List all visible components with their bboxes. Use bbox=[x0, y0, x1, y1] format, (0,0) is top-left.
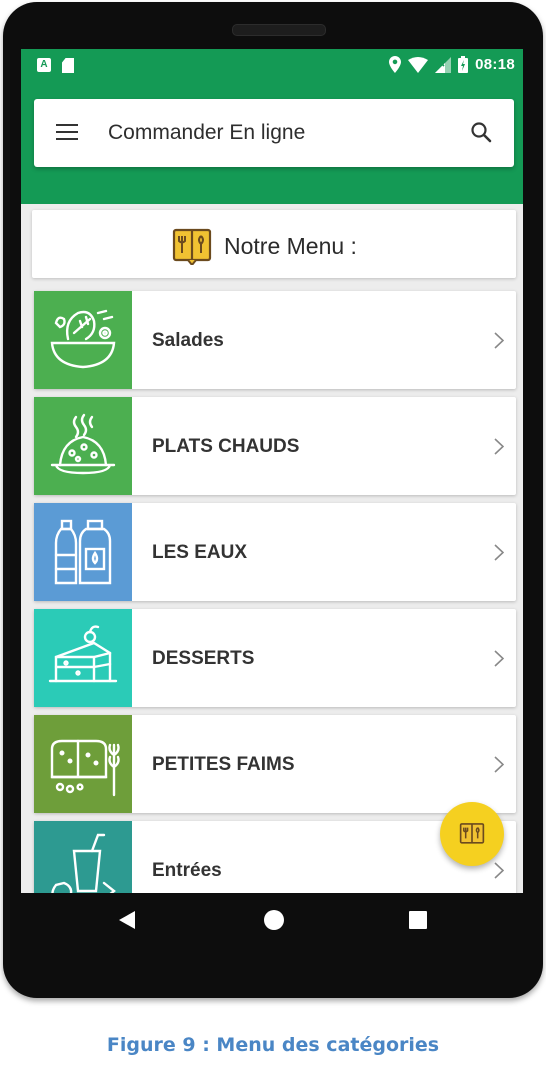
category-label: LES EAUX bbox=[152, 542, 248, 563]
chevron-right-icon bbox=[494, 862, 504, 879]
status-bar: A 08:18 bbox=[21, 49, 523, 82]
figure-caption: Figure 9 : Menu des catégories bbox=[106, 1034, 440, 1056]
location-icon bbox=[389, 56, 402, 73]
category-tile bbox=[34, 291, 132, 389]
hot-dish-icon bbox=[50, 413, 116, 475]
wifi-icon bbox=[408, 56, 429, 73]
salad-icon bbox=[50, 309, 116, 369]
drink-fruit-icon bbox=[51, 833, 116, 893]
category-row-salades[interactable]: Salades bbox=[34, 291, 516, 389]
chevron-right-icon bbox=[494, 650, 504, 667]
menu-header-card: Notre Menu : bbox=[32, 210, 516, 278]
signal-icon bbox=[435, 56, 452, 73]
android-nav-bar bbox=[21, 893, 523, 949]
recent-apps-icon[interactable] bbox=[409, 911, 427, 929]
menu-fab-button[interactable] bbox=[440, 802, 504, 866]
hamburger-icon[interactable] bbox=[56, 124, 78, 142]
category-tile bbox=[34, 397, 132, 495]
chevron-right-icon bbox=[494, 438, 504, 455]
category-tile bbox=[34, 715, 132, 813]
search-bar[interactable]: Commander En ligne bbox=[34, 99, 514, 167]
sd-card-icon bbox=[62, 58, 74, 73]
category-list: Notre Menu : Salades PLATS CHAUDS LES EA… bbox=[21, 204, 523, 893]
category-label: DESSERTS bbox=[152, 648, 255, 669]
toolbar-title: Commander En ligne bbox=[108, 121, 306, 144]
category-tile bbox=[34, 609, 132, 707]
notification-a-icon: A bbox=[37, 58, 51, 72]
category-label: PETITES FAIMS bbox=[152, 754, 295, 775]
app-screen: A 08:18 Commander En ligne Notre Menu: … bbox=[21, 49, 523, 893]
category-row-petites-faims[interactable]: PETITES FAIMS bbox=[34, 715, 516, 813]
chevron-right-icon bbox=[494, 544, 504, 561]
chevron-right-icon bbox=[494, 756, 504, 773]
cake-icon bbox=[48, 625, 118, 683]
category-label: Entrées bbox=[152, 860, 222, 881]
category-tile bbox=[34, 503, 132, 601]
battery-icon bbox=[458, 56, 469, 73]
menu-book-icon bbox=[459, 823, 485, 844]
app-toolbar: Commander En ligne bbox=[21, 82, 523, 204]
search-icon[interactable] bbox=[470, 121, 492, 143]
menu-header-title: Notre Menu : bbox=[224, 232, 357, 259]
category-tile bbox=[34, 821, 132, 893]
category-row-les-eaux[interactable]: LES EAUX bbox=[34, 503, 516, 601]
category-row-desserts[interactable]: DESSERTS bbox=[34, 609, 516, 707]
back-icon[interactable] bbox=[119, 911, 135, 929]
category-row-plats-chauds[interactable]: PLATS CHAUDS bbox=[34, 397, 516, 495]
category-label: PLATS CHAUDS bbox=[152, 436, 300, 457]
chevron-right-icon bbox=[494, 332, 504, 349]
home-icon[interactable] bbox=[264, 910, 284, 930]
status-time: 08:18 bbox=[475, 56, 515, 73]
menu-book-icon bbox=[172, 228, 212, 265]
water-bottle-icon bbox=[54, 519, 112, 585]
bread-icon bbox=[50, 739, 120, 797]
category-label: Salades bbox=[152, 330, 224, 351]
phone-speaker bbox=[232, 24, 326, 36]
